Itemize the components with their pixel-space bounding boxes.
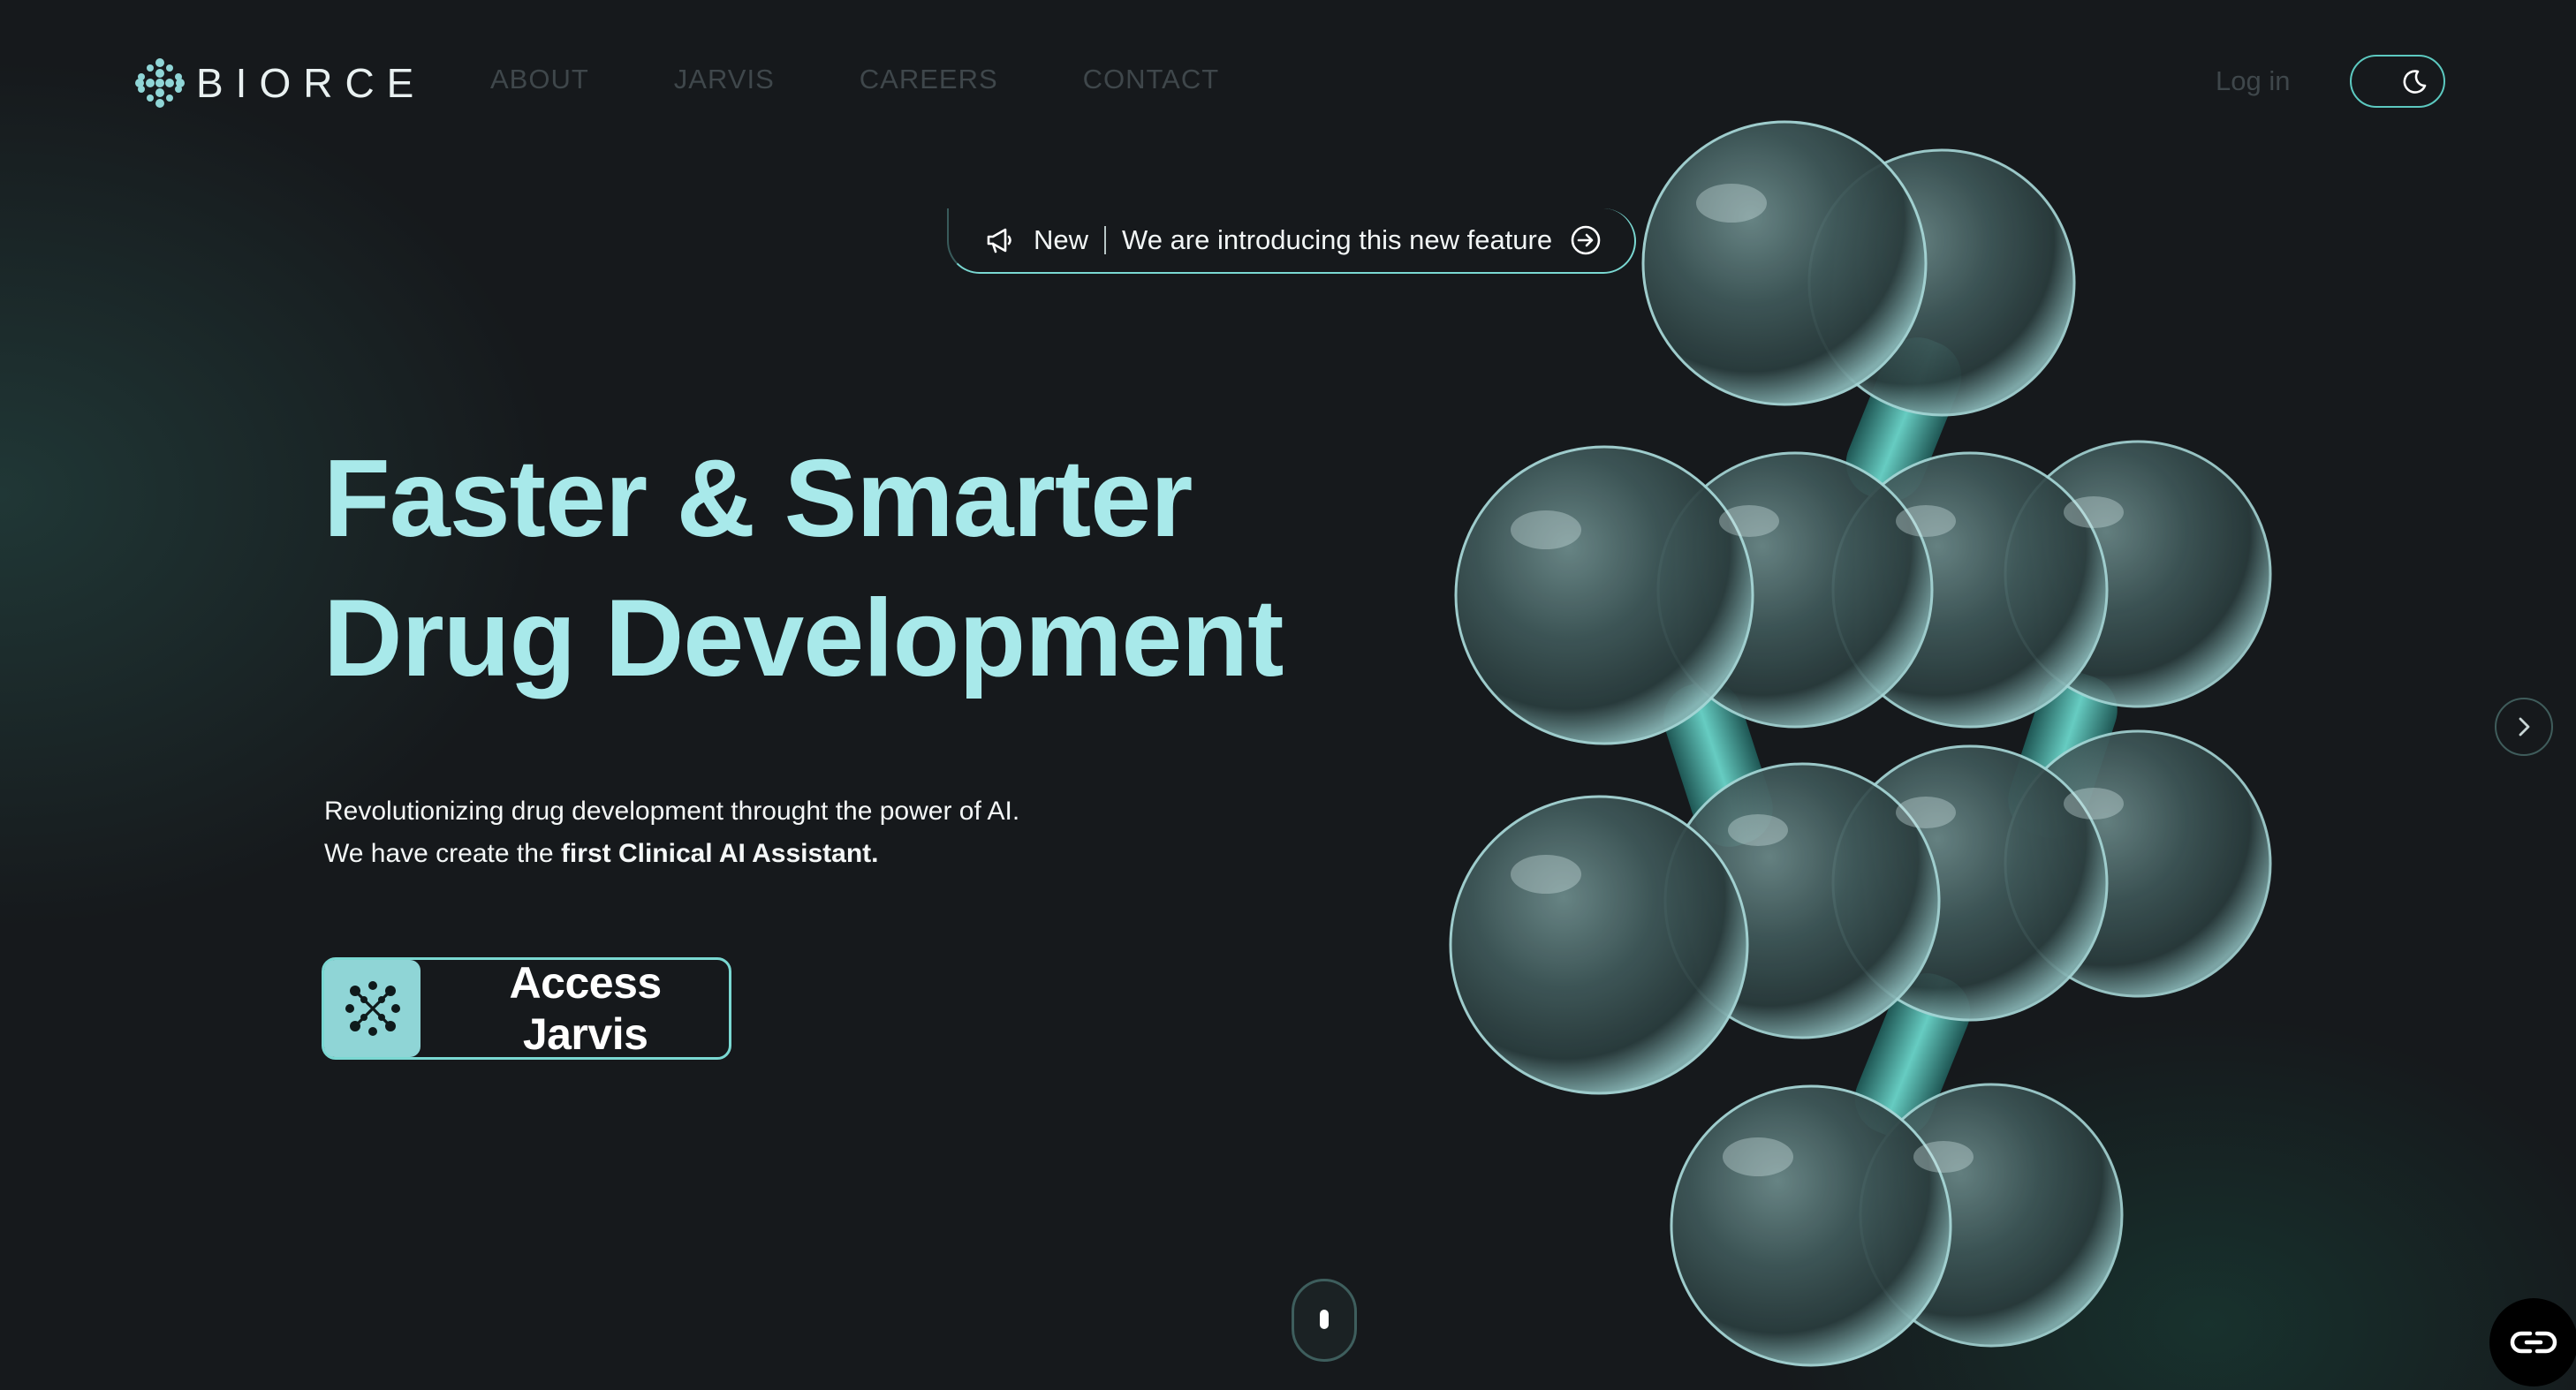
chevron-right-icon: [2519, 717, 2530, 737]
molecule-spheres: [1449, 120, 2272, 1367]
announcement-divider: [1104, 226, 1107, 254]
chat-widget-button[interactable]: [2489, 1298, 2576, 1386]
access-jarvis-button[interactable]: Access Jarvis: [322, 957, 731, 1060]
molecule-illustration: [1449, 120, 2272, 1367]
announcement-tag: New: [1034, 224, 1089, 255]
main-nav: ABOUT JARVIS CAREERS CONTACT: [490, 64, 1219, 95]
brand-name: BIORCE: [196, 60, 427, 106]
link-icon: [2510, 1331, 2557, 1354]
sphere: [1454, 445, 1754, 745]
cta-icon-tile: [324, 960, 421, 1057]
hero-subtitle: Revolutionizing drug development through…: [324, 790, 1019, 875]
hero-subtitle-plain: We have create the: [324, 839, 561, 868]
theme-toggle[interactable]: [2350, 55, 2445, 108]
hero-title-line-1: Faster & Smarter: [323, 438, 1193, 560]
hero-subtitle-line-2: We have create the first Clinical AI Ass…: [324, 833, 1019, 875]
moon-icon: [2403, 70, 2427, 94]
access-jarvis-label: Access Jarvis: [509, 958, 663, 1059]
jarvis-molecule-icon: [345, 981, 400, 1036]
nav-item-contact[interactable]: CONTACT: [1083, 64, 1220, 95]
scroll-indicator-dot: [1320, 1310, 1329, 1329]
sphere: [1670, 1084, 1952, 1367]
nav-item-jarvis[interactable]: JARVIS: [674, 64, 775, 95]
sphere: [1449, 795, 1749, 1095]
hero-title: Faster & Smarter Drug Development: [323, 429, 1284, 708]
sphere: [1641, 120, 1928, 406]
nav-item-careers[interactable]: CAREERS: [860, 64, 998, 95]
carousel-next-button[interactable]: [2495, 698, 2553, 756]
nav-item-about[interactable]: ABOUT: [490, 64, 589, 95]
landing-page: BIORCE ABOUT JARVIS CAREERS CONTACT Log …: [0, 0, 2576, 1390]
megaphone-icon: [987, 228, 1011, 253]
hero-title-line-2: Drug Development: [323, 578, 1284, 699]
scroll-indicator[interactable]: [1292, 1279, 1357, 1362]
brand-logo[interactable]: BIORCE: [133, 55, 426, 111]
biorce-dots-icon: [135, 58, 185, 108]
login-link[interactable]: Log in: [2216, 65, 2290, 97]
hero-subtitle-line-1: Revolutionizing drug development through…: [324, 797, 1020, 826]
hero-subtitle-bold: first Clinical AI Assistant.: [560, 839, 879, 868]
